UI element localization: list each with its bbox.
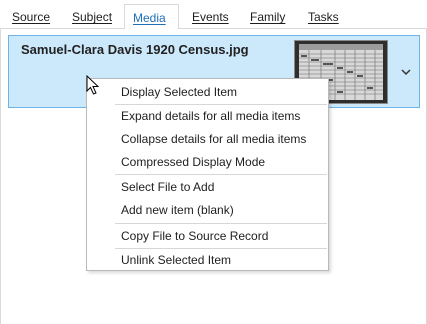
media-item-title: Samuel-Clara Davis 1920 Census.jpg — [21, 42, 249, 57]
tab-bar: Source Subject Media Events Family Tasks — [0, 0, 427, 30]
tab-source[interactable]: Source — [4, 4, 58, 29]
menu-item-add-blank[interactable]: Add new item (blank) — [87, 199, 328, 221]
menu-separator — [115, 223, 327, 224]
menu-item-compressed-mode[interactable]: Compressed Display Mode — [87, 151, 328, 173]
tab-events[interactable]: Events — [184, 4, 237, 29]
menu-separator — [115, 174, 327, 175]
menu-item-select-file[interactable]: Select File to Add — [87, 176, 328, 198]
tab-subject[interactable]: Subject — [64, 4, 120, 29]
context-menu: Display Selected Item Expand details for… — [86, 78, 329, 271]
tab-family[interactable]: Family — [242, 4, 293, 29]
menu-item-display-selected[interactable]: Display Selected Item — [87, 81, 328, 103]
menu-item-expand-details[interactable]: Expand details for all media items — [87, 105, 328, 127]
menu-item-unlink[interactable]: Unlink Selected Item — [87, 249, 328, 271]
tab-media[interactable]: Media — [124, 4, 179, 30]
menu-item-copy-to-source[interactable]: Copy File to Source Record — [87, 225, 328, 247]
tab-tasks[interactable]: Tasks — [300, 4, 347, 29]
chevron-down-icon[interactable] — [400, 66, 412, 78]
menu-item-collapse-details[interactable]: Collapse details for all media items — [87, 128, 328, 150]
